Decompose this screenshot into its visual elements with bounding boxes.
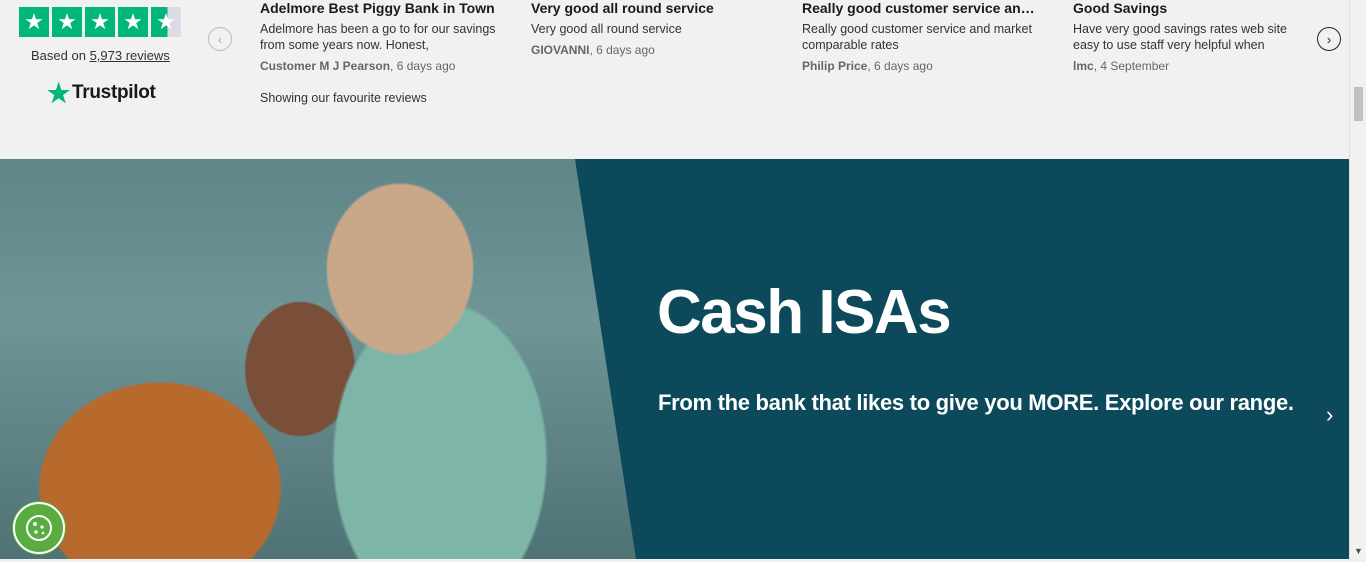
chevron-left-icon: ‹	[217, 31, 223, 47]
review-body: Adelmore has been a go to for our saving…	[260, 22, 496, 52]
reviews-count: Based on 5,973 reviews	[31, 48, 170, 63]
review-date: , 6 days ago	[589, 43, 655, 57]
scrollbar-thumb[interactable]	[1354, 87, 1363, 121]
cash-isa-hero-banner[interactable]: Cash ISAs From the bank that likes to gi…	[0, 159, 1349, 559]
hero-title: Cash ISAs	[657, 278, 952, 347]
review-author: GIOVANNI	[531, 43, 590, 57]
review-body: Really good customer service and market …	[802, 22, 1032, 52]
chevron-right-icon: ›	[1326, 31, 1332, 47]
review-body: Have very good savings rates web site ea…	[1073, 22, 1287, 52]
review-card[interactable]: Really good customer service an… Really …	[802, 0, 1038, 73]
reviews-count-link[interactable]: 5,973 reviews	[90, 48, 170, 63]
trustpilot-logo-text: Trustpilot	[72, 82, 156, 103]
review-title: Adelmore Best Piggy Bank in Town	[260, 0, 495, 16]
scroll-down-icon[interactable]: ▼	[1354, 546, 1363, 556]
review-date: , 6 days ago	[867, 59, 933, 73]
hero-chevron-right-icon[interactable]: ›	[1326, 402, 1333, 428]
half-star-icon: ★	[151, 7, 181, 37]
review-title: Very good all round service	[531, 0, 714, 16]
carousel-next-button[interactable]: ›	[1317, 27, 1341, 51]
review-body: Very good all round service	[531, 22, 682, 36]
review-card[interactable]: Very good all round service Very good al…	[531, 0, 771, 57]
cookie-settings-button[interactable]	[13, 502, 65, 554]
review-card[interactable]: Good Savings Have very good savings rate…	[1073, 0, 1309, 73]
page-scrollbar[interactable]: ▼	[1349, 0, 1366, 562]
star-icon: ★	[19, 7, 49, 37]
review-card[interactable]: Adelmore Best Piggy Bank in Town Adelmor…	[260, 0, 500, 73]
showing-favourite-reviews: Showing our favourite reviews	[260, 91, 427, 105]
review-author: Philip Price	[802, 59, 868, 73]
star-icon: ★	[85, 7, 115, 37]
carousel-prev-button[interactable]: ‹	[208, 27, 232, 51]
cookie-icon	[26, 515, 52, 541]
review-meta: lmc, 4 September	[1073, 59, 1309, 73]
review-author: Customer M J Pearson	[260, 59, 391, 73]
review-date: , 6 days ago	[390, 59, 456, 73]
trustpilot-logo[interactable]: ★ Trustpilot	[47, 78, 156, 108]
reviews-bar: ★ ★ ★ ★ ★ Based on 5,973 reviews ★ Trust…	[0, 0, 1349, 159]
review-title: Good Savings	[1073, 0, 1168, 16]
review-meta: GIOVANNI, 6 days ago	[531, 43, 771, 57]
star-icon: ★	[52, 7, 82, 37]
trustpilot-star-icon: ★	[47, 78, 71, 108]
review-meta: Philip Price, 6 days ago	[802, 59, 1038, 73]
review-title: Really good customer service an…	[802, 0, 1035, 16]
hero-photo-couple	[0, 159, 636, 559]
review-date: , 4 September	[1093, 59, 1170, 73]
based-on-label: Based on	[31, 48, 86, 63]
review-meta: Customer M J Pearson, 6 days ago	[260, 59, 500, 73]
hero-subtitle: From the bank that likes to give you MOR…	[658, 390, 1294, 415]
star-icon: ★	[118, 7, 148, 37]
trustpilot-rating-stars: ★ ★ ★ ★ ★	[19, 7, 181, 37]
review-author: lmc	[1073, 59, 1094, 73]
